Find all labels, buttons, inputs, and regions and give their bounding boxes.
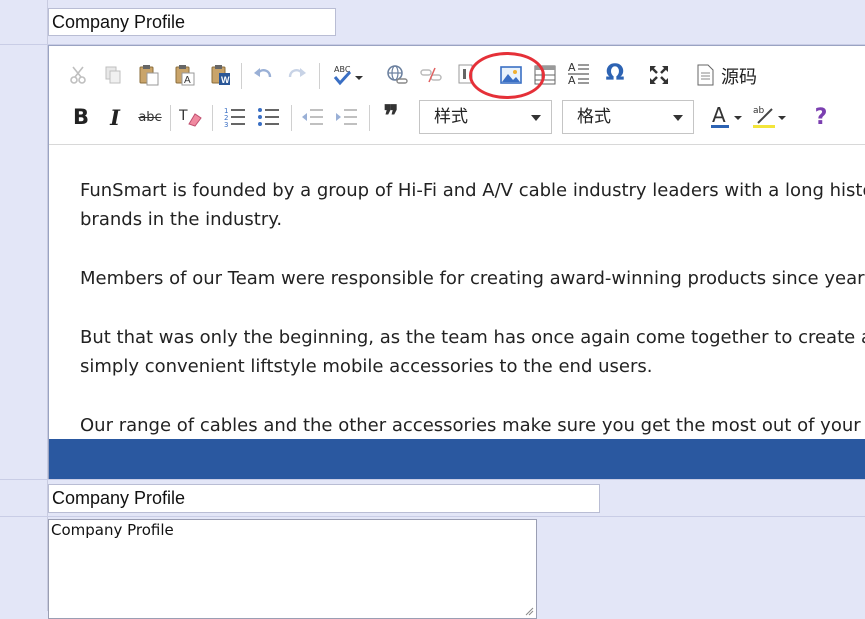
content-line: simply convenient liftstyle mobile acces… xyxy=(80,356,653,377)
row-divider xyxy=(0,479,865,480)
background-color-icon[interactable]: ab xyxy=(751,105,789,129)
bold-icon[interactable]: B xyxy=(69,105,93,129)
editor-status-bar xyxy=(49,439,865,479)
bullet-list-icon[interactable] xyxy=(257,105,281,129)
outdent-icon[interactable] xyxy=(301,105,325,129)
text-color-icon[interactable]: A xyxy=(709,104,745,129)
content-line: brands in the industry. xyxy=(80,209,283,230)
format-dropdown[interactable]: 格式 xyxy=(562,100,694,134)
toolbar-separator xyxy=(369,105,370,131)
textarea-value: Company Profile xyxy=(51,521,174,539)
svg-text:A: A xyxy=(184,75,191,86)
link-icon[interactable] xyxy=(385,63,409,87)
toolbar-separator xyxy=(319,63,320,89)
toolbar-separator xyxy=(212,105,213,131)
svg-text:ab: ab xyxy=(753,106,765,116)
chevron-down-icon xyxy=(673,115,683,121)
undo-icon[interactable] xyxy=(251,63,275,87)
spellcheck-icon[interactable]: ABC xyxy=(331,63,367,87)
title-input-2[interactable]: Company Profile xyxy=(48,484,600,513)
resize-grip-icon[interactable] xyxy=(524,606,534,616)
highlight-circle xyxy=(469,52,545,99)
svg-text:A: A xyxy=(712,104,726,127)
numbered-list-icon[interactable]: 123 xyxy=(223,105,247,129)
special-char-icon[interactable]: Ω xyxy=(603,61,627,86)
paste-text-icon[interactable]: A xyxy=(173,63,197,87)
strikethrough-icon[interactable]: abc xyxy=(135,105,165,129)
editor-content[interactable]: FunSmart is founded by a group of Hi-Fi … xyxy=(49,145,865,439)
cut-icon[interactable] xyxy=(67,63,91,87)
svg-text:T: T xyxy=(179,108,188,124)
paste-word-icon[interactable]: W xyxy=(209,63,233,87)
unlink-icon[interactable] xyxy=(419,63,443,87)
svg-text:W: W xyxy=(221,75,230,85)
style-dropdown[interactable]: 样式 xyxy=(419,100,552,134)
content-line: Our range of cables and the other access… xyxy=(80,415,865,436)
help-icon[interactable]: ? xyxy=(809,105,833,130)
style-dropdown-label: 样式 xyxy=(434,107,468,127)
svg-text:3: 3 xyxy=(224,121,228,128)
content-line: FunSmart is founded by a group of Hi-Fi … xyxy=(80,180,865,201)
blockquote-icon[interactable]: ❞ xyxy=(379,99,403,132)
toolbar-separator xyxy=(291,105,292,131)
paste-icon[interactable] xyxy=(137,63,161,87)
toolbar-separator xyxy=(170,105,171,131)
svg-text:A: A xyxy=(568,74,576,86)
source-button-label[interactable]: 源码 xyxy=(721,63,757,89)
content-line: Members of our Team were responsible for… xyxy=(80,268,865,289)
indent-icon[interactable] xyxy=(335,105,359,129)
redo-icon[interactable] xyxy=(285,63,309,87)
rich-text-editor: A W ABC AA Ω 源码 B I abc T 1 2 3 ❞ 样式 格式 … xyxy=(48,45,865,479)
maximize-icon[interactable] xyxy=(647,63,671,87)
copy-icon[interactable] xyxy=(101,63,125,87)
description-textarea[interactable]: Company Profile xyxy=(48,519,537,619)
row-divider xyxy=(0,516,865,517)
chevron-down-icon xyxy=(531,115,541,121)
format-dropdown-label: 格式 xyxy=(577,107,611,127)
svg-text:A: A xyxy=(568,61,576,74)
remove-format-icon[interactable]: T xyxy=(179,105,203,129)
source-icon[interactable] xyxy=(693,63,717,87)
toolbar-separator xyxy=(241,63,242,89)
editor-toolbar: A W ABC AA Ω 源码 B I abc T 1 2 3 ❞ 样式 格式 … xyxy=(49,46,865,145)
left-label-column xyxy=(0,0,48,611)
title-input[interactable]: Company Profile xyxy=(48,8,336,36)
horizontal-rule-icon[interactable]: AA xyxy=(567,61,591,86)
italic-icon[interactable]: I xyxy=(103,105,127,130)
content-line: But that was only the beginning, as the … xyxy=(80,327,865,348)
